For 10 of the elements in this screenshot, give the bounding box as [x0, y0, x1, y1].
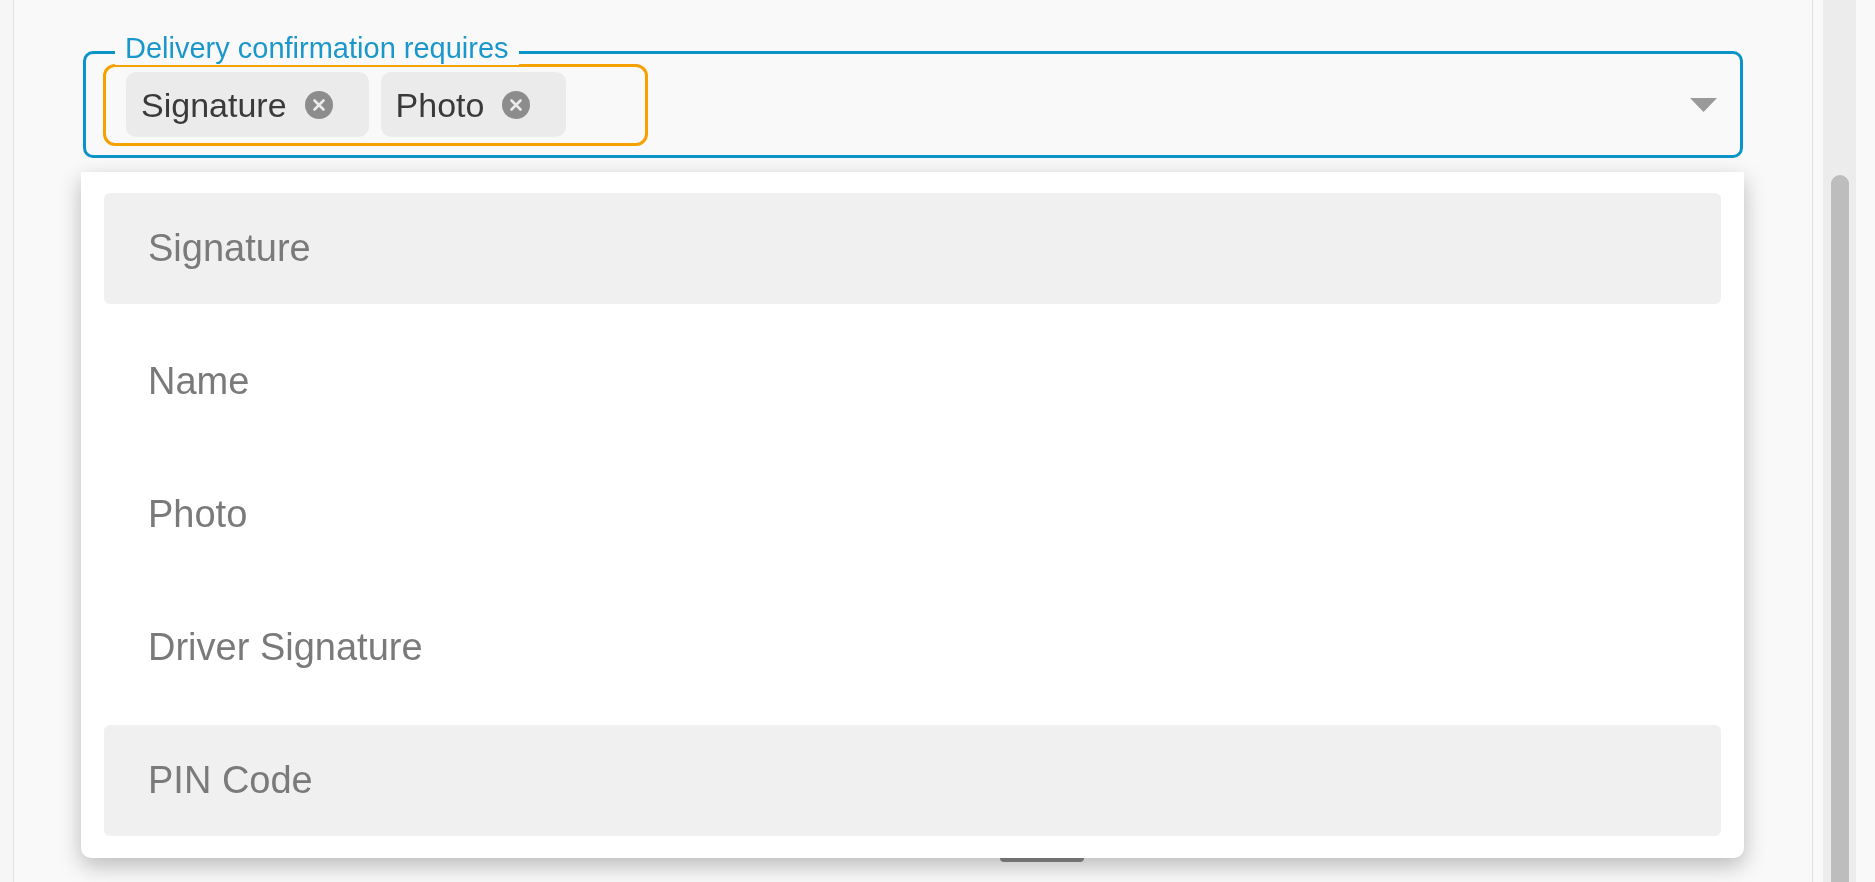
menu-option[interactable]: PIN Code [104, 725, 1721, 836]
chip-label: Signature [141, 87, 287, 122]
scrollbar-thumb[interactable] [1830, 175, 1849, 882]
selected-chip[interactable]: Photo [380, 72, 567, 137]
close-circle-icon[interactable] [304, 90, 333, 119]
chip-label: Photo [395, 87, 485, 122]
dropdown-arrow-icon[interactable] [1690, 97, 1717, 112]
close-circle-icon[interactable] [502, 90, 531, 119]
menu-option[interactable]: Signature [104, 193, 1721, 304]
selected-chip[interactable]: Signature [126, 72, 369, 137]
